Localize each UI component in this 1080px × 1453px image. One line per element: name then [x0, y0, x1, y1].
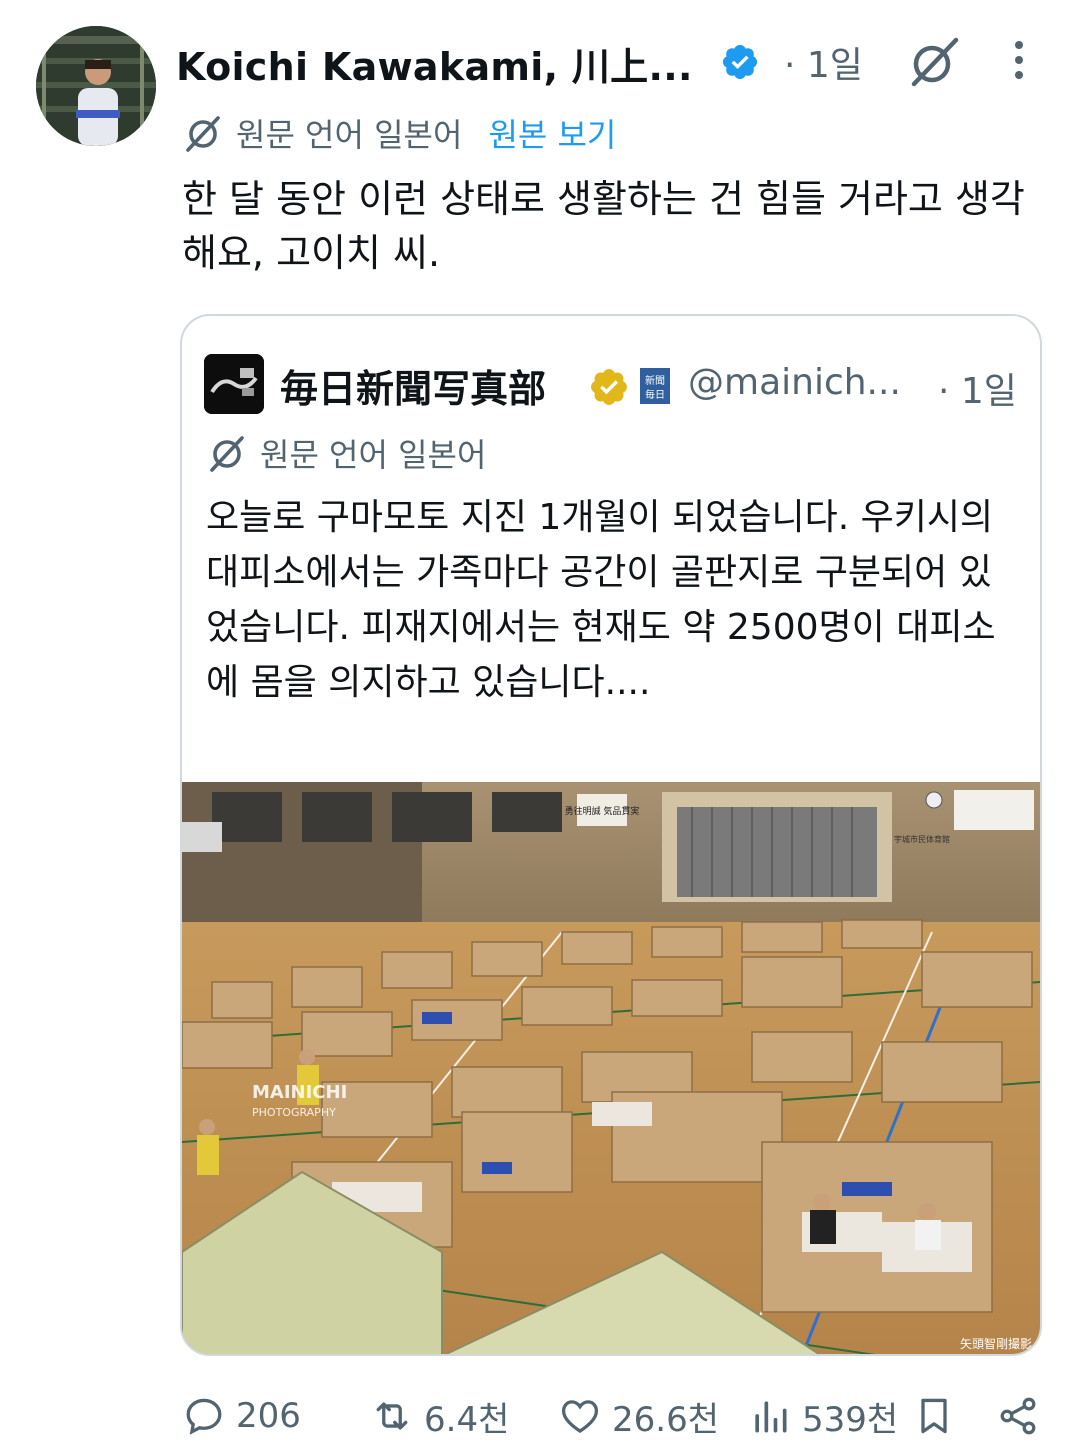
reply-icon [186, 1398, 222, 1435]
affiliate-badge-text-top: 新聞 [645, 374, 665, 387]
verified-badge-icon [722, 44, 758, 80]
views-button[interactable]: 539천 [748, 1388, 898, 1444]
heart-icon [561, 1400, 599, 1433]
grok-translate-icon [210, 436, 244, 472]
photo-watermark-sub: PHOTOGRAPHY [252, 1106, 336, 1119]
reply-count: 206 [236, 1396, 301, 1436]
bookmark-icon [921, 1398, 947, 1434]
shelter-photo[interactable]: 勇往明誠 気品貫実 宇城市民体育館 MAINICHI PHOTOGRAPHY 矢… [182, 782, 1040, 1356]
photo-stage-label: 宇城市民体育館 [894, 834, 950, 844]
repost-count: 6.4천 [424, 1399, 510, 1440]
photo-banner-text: 勇往明誠 気品貫実 [565, 805, 640, 817]
grok-translate-icon [186, 116, 220, 152]
gold-verified-icon [591, 369, 627, 405]
quote-translation-label: 원문 언어 일본어 [260, 436, 487, 474]
quoted-post[interactable]: 毎日新聞写真部 新聞 毎日 @mainich... · 1일 원문 언어 일본어… [180, 314, 1042, 1356]
more-options-icon[interactable] [1004, 38, 1034, 82]
affiliate-badge-text-bottom: 毎日 [645, 388, 665, 401]
translation-row: 원문 언어 일본어 원본 보기 [182, 110, 616, 156]
quote-author-handle[interactable]: @mainich... [688, 362, 901, 403]
quote-translation-row: 원문 언어 일본어 [206, 430, 486, 476]
reply-button[interactable]: 206 [182, 1388, 301, 1444]
view-count: 539천 [802, 1399, 899, 1440]
author-name[interactable]: Koichi Kawakami, 川上... [176, 36, 693, 91]
grok-icon[interactable] [906, 36, 962, 88]
photo-watermark: MAINICHI [252, 1082, 347, 1103]
quote-text: 오늘로 구마모토 지진 1개월이 되었습니다. 우키시의 대피소에서는 가족마다… [206, 497, 996, 703]
repost-icon [376, 1402, 408, 1430]
photo-credit: 矢頭智剛撮影 [960, 1336, 1032, 1351]
like-button[interactable]: 26.6천 [558, 1388, 719, 1444]
share-button[interactable] [996, 1388, 1040, 1444]
quote-author-name[interactable]: 毎日新聞写真部 [280, 358, 546, 413]
tweet-text: 한 달 동안 이런 상태로 생활하는 건 힘들 거라고 생각해요, 고이치 씨. [182, 177, 1025, 275]
view-original-link[interactable]: 원본 보기 [488, 110, 616, 156]
action-bar: 206 6.4천 26.6천 539천 [0, 1388, 1080, 1448]
translation-label: 원문 언어 일본어 [236, 116, 463, 154]
author-avatar[interactable] [36, 26, 156, 146]
affiliate-badge-icon: 新聞 毎日 [640, 368, 670, 404]
share-icon [1000, 1397, 1036, 1435]
quote-post-time[interactable]: · 1일 [938, 362, 1017, 414]
views-icon [755, 1401, 787, 1433]
like-count: 26.6천 [612, 1399, 719, 1440]
post-time[interactable]: · 1일 [784, 36, 863, 88]
repost-button[interactable]: 6.4천 [370, 1388, 509, 1444]
quote-author-avatar[interactable] [204, 354, 264, 414]
bookmark-button[interactable] [912, 1388, 956, 1444]
